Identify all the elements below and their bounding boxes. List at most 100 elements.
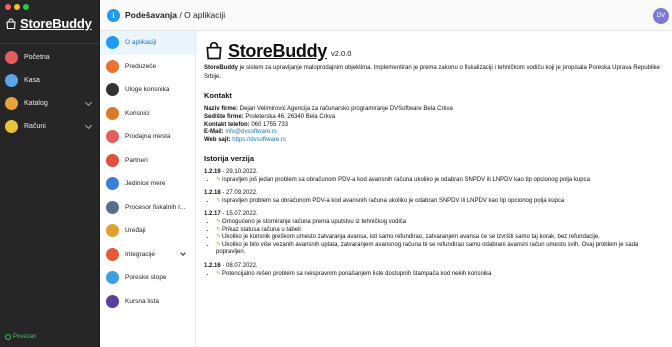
chevron-down-icon: [180, 249, 186, 256]
pencil-icon: ✎: [216, 241, 222, 248]
settings-item-label: Poreske stope: [125, 274, 167, 282]
contact-link[interactable]: https://dvsoftware.rs: [231, 137, 286, 143]
breadcrumb-separator: /: [176, 10, 185, 20]
settings-item-processor[interactable]: Procesor fiskalnih r...: [100, 196, 195, 220]
cash-register-icon: [5, 74, 18, 87]
tax-icon: [106, 271, 119, 285]
settings-item-label: Preduzeće: [125, 62, 157, 70]
settings-item-label: Korisnici: [125, 109, 150, 117]
settings-menu: O aplikaciji Preduzeće Uloge korisnika Kori…: [100, 31, 196, 347]
version-history-heading: Istorija verzija: [204, 153, 255, 163]
app-logo[interactable]: StoreBuddy: [5, 16, 92, 31]
change-item: ✎Omogućeno je storniranje računa prema u…: [216, 219, 664, 227]
settings-item-info[interactable]: O aplikaciji: [100, 31, 195, 55]
change-text: Ispravljen problem sa obračunom PDV-a ko…: [222, 197, 565, 204]
pencil-icon: ✎: [216, 226, 222, 233]
company-icon: [106, 59, 119, 73]
sidebar-item-label: Početna: [24, 54, 50, 61]
pencil-icon: ✎: [216, 218, 222, 225]
change-item: ✎Potencijalno rešen problem sa neispravn…: [216, 271, 664, 279]
sidebar-item-catalog[interactable]: Katalog: [0, 92, 100, 115]
version-number: 1.2.17: [204, 211, 221, 218]
exchange-icon: [106, 294, 119, 308]
version-header: 1.2.17 - 15.07.2022.: [204, 211, 664, 219]
minimize-window-button[interactable]: [14, 4, 20, 10]
about-description: StoreBuddy je sistem za upravljanje malo…: [204, 64, 664, 82]
info-icon: i: [107, 9, 120, 22]
breadcrumb: Podešavanja / O aplikaciji: [125, 10, 225, 20]
change-text: Omogućeno je storniranje računa prema up…: [222, 218, 407, 225]
settings-item-tax[interactable]: Poreske stope: [100, 266, 195, 290]
contact-link[interactable]: info@dvsoftware.rs: [224, 129, 276, 135]
version-date: - 15.07.2022.: [220, 211, 258, 218]
settings-item-partners[interactable]: Partneri: [100, 149, 195, 173]
contact-row: Sedište firme: Proleterska 46, 26340 Bel…: [204, 114, 664, 122]
close-window-button[interactable]: [5, 4, 11, 10]
version-header: 1.2.16 - 08.07.2022.: [204, 263, 664, 271]
version-entry: 1.2.17 - 15.07.2022.✎Omogućeno je storni…: [204, 211, 664, 257]
devices-icon: [106, 224, 119, 238]
app-window: StoreBuddy Početna Kasa Katalog Računi Pove…: [0, 0, 672, 347]
settings-item-label: Uloge korisnika: [125, 86, 170, 94]
sidebar-item-label: Katalog: [24, 100, 48, 107]
pencil-icon: ✎: [216, 176, 222, 183]
settings-item-store[interactable]: Prodajna mesta: [100, 125, 195, 149]
chevron-down-icon: [84, 121, 93, 130]
breadcrumb-section[interactable]: Podešavanja: [125, 10, 177, 20]
status-icon: [5, 334, 11, 340]
sidebar-item-label: Računi: [24, 123, 46, 130]
integrations-icon: [106, 247, 119, 261]
connection-status: Povezan: [5, 334, 36, 340]
avatar[interactable]: DV: [653, 8, 669, 24]
version-entry: 1.2.18 - 27.09.2022.✎Ispravljen problem …: [204, 190, 664, 205]
settings-item-exchange[interactable]: Kursna lista: [100, 290, 195, 314]
change-item: ✎Ukoliko je korisnik greškom umesto zatv…: [216, 234, 664, 242]
about-version: v2.0.0: [331, 49, 352, 58]
contact-label: Naziv firme:: [204, 106, 239, 112]
version-date: - 29.10.2022.: [220, 168, 258, 175]
pencil-icon: ✎: [216, 270, 222, 277]
version-header: 1.2.18 - 27.09.2022.: [204, 190, 664, 198]
main-sidebar: StoreBuddy Početna Kasa Katalog Računi Pove…: [0, 0, 100, 347]
settings-item-roles[interactable]: Uloge korisnika: [100, 78, 195, 102]
version-date: - 27.09.2022.: [220, 190, 258, 197]
contact-label: Kontakt telefon:: [204, 121, 250, 128]
settings-item-label: Procesor fiskalnih r...: [125, 203, 186, 211]
version-history: 1.2.19 - 29.10.2022.✎Ispravljen još jeda…: [204, 169, 664, 278]
change-text: Prikaz statusa računa u tabeli: [222, 226, 301, 233]
change-item: ✎Ispravljen problem sa obračunom PDV-a k…: [216, 198, 664, 206]
users-icon: [106, 106, 119, 120]
sidebar-item-receipt[interactable]: Računi: [0, 115, 100, 138]
settings-item-devices[interactable]: Uređaji: [100, 219, 195, 243]
sidebar-item-home[interactable]: Početna: [0, 46, 100, 69]
change-text: Potencijalno rešen problem sa neispravni…: [222, 270, 492, 277]
contact-row: Kontakt telefon: 060 1755 733: [204, 122, 664, 130]
version-header: 1.2.19 - 29.10.2022.: [204, 169, 664, 177]
description-text: je sistem za upravljanje maloprodajnim o…: [204, 65, 660, 80]
store-icon: [106, 130, 119, 144]
maximize-window-button[interactable]: [23, 4, 29, 10]
contact-value: 060 1755 733: [249, 121, 289, 128]
receipt-icon: [5, 120, 18, 133]
settings-item-label: O aplikaciji: [125, 39, 157, 47]
change-list: ✎Omogućeno je storniranje računa prema u…: [214, 219, 664, 257]
roles-icon: [106, 83, 119, 97]
pencil-icon: ✎: [216, 197, 222, 204]
settings-item-users[interactable]: Korisnici: [100, 102, 195, 126]
sidebar-item-cash-register[interactable]: Kasa: [0, 69, 100, 92]
settings-item-integrations[interactable]: Integracije: [100, 243, 195, 267]
about-title: StoreBuddy: [228, 41, 328, 61]
pencil-icon: ✎: [216, 234, 222, 241]
contact-value: Proleterska 46, 26340 Bela Crkva: [243, 113, 336, 120]
catalog-icon: [5, 97, 18, 110]
settings-item-units[interactable]: Jedinice mere: [100, 172, 195, 196]
about-page: StoreBuddy v2.0.0 StoreBuddy je sistem z…: [196, 31, 672, 347]
settings-item-label: Kursna lista: [125, 297, 159, 305]
settings-item-label: Partneri: [125, 156, 148, 164]
partners-icon: [106, 153, 119, 167]
contact-heading: Kontakt: [204, 91, 232, 100]
change-text: Ukoliko je korisnik greškom umesto zatva…: [222, 234, 600, 241]
contact-label: Sedište firme:: [204, 113, 244, 120]
settings-item-company[interactable]: Preduzeće: [100, 55, 195, 79]
contact-row: E-Mail: info@dvsoftware.rs: [204, 129, 664, 137]
